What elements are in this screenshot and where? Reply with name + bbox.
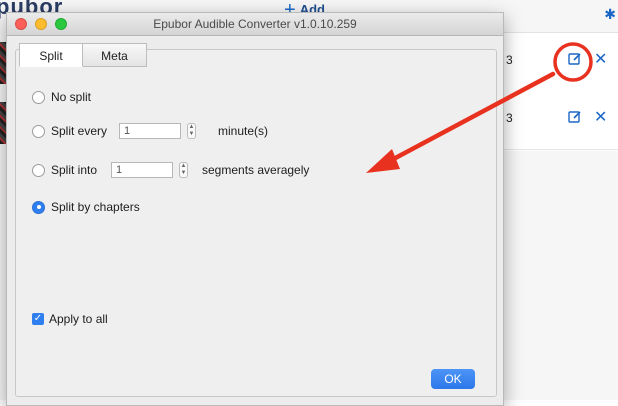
minimize-window-button[interactable] bbox=[35, 18, 47, 30]
apply-to-all-label: Apply to all bbox=[49, 312, 108, 326]
option-no-split[interactable]: No split bbox=[32, 90, 91, 104]
edit-icon[interactable] bbox=[568, 52, 582, 66]
split-settings-dialog: Epubor Audible Converter v1.0.10.259 Spl… bbox=[6, 12, 504, 406]
option-split-every[interactable]: Split every ▲▼ minute(s) bbox=[32, 123, 268, 139]
no-split-radio[interactable] bbox=[32, 90, 45, 104]
ok-button[interactable]: OK bbox=[431, 369, 475, 389]
split-every-radio[interactable] bbox=[32, 124, 45, 138]
tab-split[interactable]: Split bbox=[19, 43, 83, 67]
apply-to-all[interactable]: ✓ Apply to all bbox=[32, 312, 108, 326]
split-into-label: Split into bbox=[51, 163, 98, 177]
segments-unit-label: segments averagely bbox=[202, 163, 310, 177]
minutes-unit-label: minute(s) bbox=[218, 124, 269, 138]
minutes-input[interactable] bbox=[119, 123, 181, 139]
remove-icon[interactable]: ✕ bbox=[594, 49, 607, 69]
split-by-chapters-radio[interactable] bbox=[32, 200, 45, 214]
row-duration: 3 bbox=[506, 111, 513, 125]
dialog-titlebar: Epubor Audible Converter v1.0.10.259 bbox=[7, 13, 503, 36]
row-duration: 3 bbox=[506, 53, 513, 67]
segments-input[interactable] bbox=[111, 162, 173, 178]
tab-bar: Split Meta bbox=[19, 43, 147, 67]
split-into-radio[interactable] bbox=[32, 163, 45, 177]
option-split-by-chapters[interactable]: Split by chapters bbox=[32, 200, 140, 214]
book-list: 3 ✕ 3 ✕ bbox=[500, 32, 618, 151]
tab-meta[interactable]: Meta bbox=[83, 43, 147, 67]
list-item: 3 ✕ bbox=[500, 91, 618, 150]
dialog-title: Epubor Audible Converter v1.0.10.259 bbox=[153, 17, 357, 31]
minutes-stepper[interactable]: ▲ ▼ bbox=[187, 123, 196, 139]
close-window-button[interactable] bbox=[15, 18, 27, 30]
zoom-window-button[interactable] bbox=[55, 18, 67, 30]
settings-icon[interactable]: ✱ bbox=[604, 6, 616, 23]
segments-stepper[interactable]: ▲ ▼ bbox=[179, 162, 188, 178]
edit-icon[interactable] bbox=[568, 110, 582, 124]
remove-icon[interactable]: ✕ bbox=[594, 107, 607, 127]
option-split-into[interactable]: Split into ▲▼ segments averagely bbox=[32, 162, 309, 178]
apply-to-all-checkbox[interactable]: ✓ bbox=[32, 313, 44, 325]
list-item: 3 ✕ bbox=[500, 33, 618, 92]
no-split-label: No split bbox=[51, 90, 92, 104]
window-controls bbox=[15, 18, 67, 30]
split-every-label: Split every bbox=[51, 124, 108, 138]
split-options-panel: No split Split every ▲▼ minute(s) Split … bbox=[15, 49, 497, 397]
split-by-chapters-label: Split by chapters bbox=[51, 200, 140, 214]
